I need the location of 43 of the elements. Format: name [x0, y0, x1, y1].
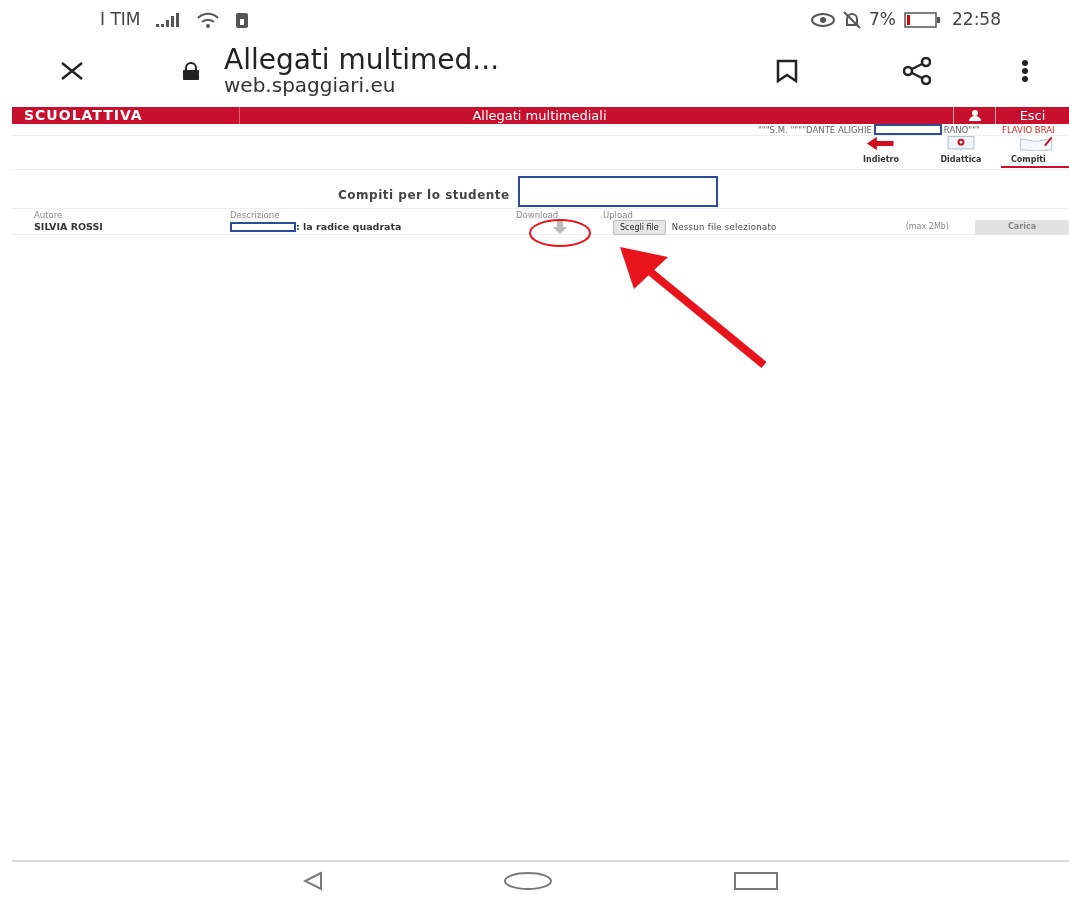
redaction-box: [230, 222, 296, 232]
toolbar-tab[interactable]: Didattica: [921, 136, 1001, 168]
sim-icon: [236, 12, 249, 28]
column-header: Descrizione: [230, 209, 281, 220]
signal-icon: [156, 13, 181, 27]
school-name-start: """S.M. """"DANTE ALIGHIE: [757, 124, 872, 135]
share-icon[interactable]: [903, 57, 931, 85]
toolbar-tab[interactable]: Compiti: [1001, 136, 1069, 168]
school-name-end: RANO""": [943, 124, 980, 135]
home-circle-icon[interactable]: [502, 871, 553, 891]
recents-square-icon[interactable]: [732, 871, 779, 891]
back-triangle-icon[interactable]: [302, 871, 323, 891]
file-status-text: Nessun file selezionato: [671, 220, 777, 234]
description-cell-text: : la radice quadrata: [296, 219, 402, 234]
column-header: Upload: [603, 209, 633, 220]
size-limit-text: (max 2Mb): [905, 221, 949, 233]
battery-percent: 7%: [869, 8, 896, 32]
page-heading: Compiti per lo studente: [338, 187, 510, 204]
page-url: web.spaggiari.eu: [224, 74, 397, 96]
redaction-box: [873, 124, 942, 135]
column-header: Download: [516, 209, 560, 220]
more-menu-icon[interactable]: [1021, 59, 1029, 83]
logout-link[interactable]: Esci: [1019, 107, 1046, 124]
column-header: Autore: [33, 209, 64, 220]
eye-icon: [811, 13, 835, 27]
toolbar-tab[interactable]: Indietro: [841, 136, 921, 168]
clock-time: 22:58: [952, 8, 1001, 32]
section-title: Allegati multimediali: [471, 107, 608, 124]
lock-icon: [182, 62, 200, 80]
carrier-name: I TIM: [100, 8, 141, 32]
close-icon[interactable]: [60, 61, 84, 81]
download-arrow-icon[interactable]: [552, 220, 567, 234]
author-cell: SILVIA ROSSI: [34, 220, 103, 232]
choose-file-button[interactable]: Scegli file: [613, 219, 666, 235]
wifi-icon: [196, 12, 221, 28]
bookmark-icon[interactable]: [776, 59, 798, 83]
page-title: Allegati multimed...: [224, 46, 500, 74]
site-logo: SCUOLATTIVA: [12, 107, 240, 124]
highlight-circle: [528, 218, 592, 248]
muted-bell-icon: [843, 11, 861, 29]
user-icon[interactable]: [967, 110, 982, 121]
user-name: FLAVIO BRAI: [1002, 124, 1056, 135]
battery-icon: [904, 12, 940, 28]
